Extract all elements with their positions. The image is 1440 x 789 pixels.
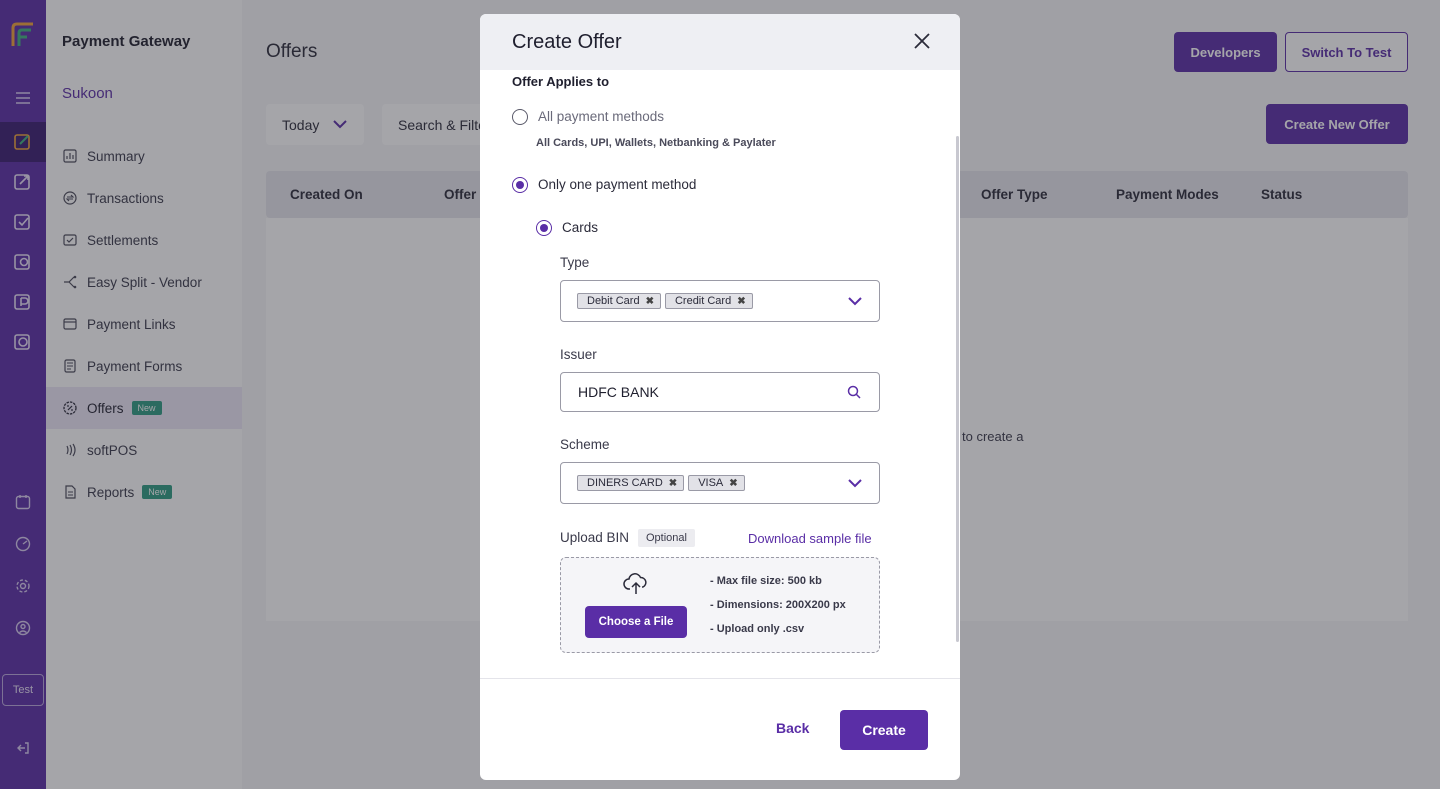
- issuer-value: HDFC BANK: [578, 384, 659, 400]
- type-chip: Credit Card ✖: [664, 293, 753, 309]
- only-one-payment-method-radio[interactable]: [512, 177, 528, 193]
- cards-label[interactable]: Cards: [562, 220, 598, 235]
- file-dropzone[interactable]: Choose a File - Max file size: 500 kb - …: [560, 557, 880, 653]
- offer-applies-to-label: Offer Applies to: [512, 74, 610, 89]
- scheme-chip: VISA ✖: [688, 475, 745, 491]
- create-button[interactable]: Create: [840, 710, 928, 750]
- remove-chip-icon[interactable]: ✖: [729, 478, 737, 489]
- create-offer-modal: Create Offer Offer Applies to All paymen…: [480, 14, 960, 780]
- requirement-text: - Max file size: 500 kb: [710, 575, 822, 587]
- cards-radio[interactable]: [536, 220, 552, 236]
- scheme-chip: DINERS CARD ✖: [577, 475, 685, 491]
- all-payment-methods-radio[interactable]: [512, 109, 528, 125]
- issuer-label: Issuer: [560, 347, 597, 362]
- search-icon[interactable]: [847, 385, 861, 399]
- optional-badge: Optional: [638, 529, 695, 547]
- modal-title: Create Offer: [512, 31, 622, 53]
- back-button[interactable]: Back: [776, 720, 809, 736]
- type-label: Type: [560, 255, 590, 270]
- chevron-down-icon[interactable]: [847, 477, 863, 489]
- remove-chip-icon[interactable]: ✖: [737, 296, 745, 307]
- type-chip: Debit Card ✖: [577, 293, 661, 309]
- remove-chip-icon[interactable]: ✖: [669, 478, 677, 489]
- footer-divider: [480, 678, 960, 679]
- all-payment-methods-note: All Cards, UPI, Wallets, Netbanking & Pa…: [536, 137, 776, 149]
- requirement-text: - Dimensions: 200X200 px: [710, 599, 846, 611]
- upload-bin-label: Upload BIN: [560, 530, 630, 545]
- scheme-label: Scheme: [560, 437, 610, 452]
- issuer-search-input[interactable]: HDFC BANK: [560, 372, 880, 412]
- remove-chip-icon[interactable]: ✖: [646, 296, 654, 307]
- chevron-down-icon[interactable]: [847, 295, 863, 307]
- requirement-text: - Upload only .csv: [710, 623, 805, 635]
- close-icon[interactable]: [912, 31, 932, 51]
- type-multiselect[interactable]: Debit Card ✖ Credit Card ✖: [560, 280, 880, 322]
- all-payment-methods-label[interactable]: All payment methods: [538, 109, 664, 124]
- choose-file-button[interactable]: Choose a File: [585, 606, 687, 638]
- scheme-multiselect[interactable]: DINERS CARD ✖ VISA ✖: [560, 462, 880, 504]
- only-one-payment-method-label[interactable]: Only one payment method: [538, 177, 696, 192]
- download-sample-link[interactable]: Download sample file: [748, 531, 872, 546]
- scrollbar[interactable]: [956, 136, 959, 642]
- cloud-upload-icon: [623, 573, 647, 594]
- modal-header: Create Offer: [480, 14, 960, 70]
